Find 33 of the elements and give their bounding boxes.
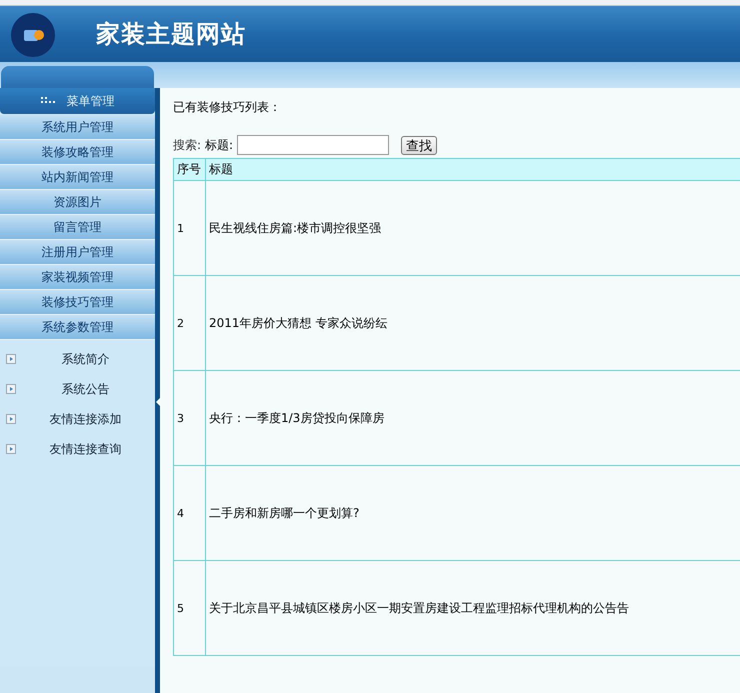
menu-item[interactable]: 系统参数管理	[0, 315, 155, 340]
menu-heading: 菜单管理	[0, 88, 155, 114]
list-caption: 已有装修技巧列表：	[173, 100, 282, 116]
menu-item[interactable]: 装修攻略管理	[0, 140, 155, 165]
grid-icon	[40, 97, 54, 105]
table-cell: 5	[174, 560, 206, 656]
table-cell: 2	[174, 276, 206, 370]
menu-item[interactable]: 系统用户管理	[0, 115, 155, 140]
tree-item[interactable]: 系统简介	[16, 350, 155, 368]
expand-icon[interactable]	[6, 384, 16, 394]
title-search-field[interactable]	[237, 135, 390, 155]
menu-item[interactable]: 注册用户管理	[0, 240, 155, 265]
expand-icon[interactable]	[6, 444, 16, 454]
table-cell: 3	[174, 370, 206, 466]
menu-item[interactable]: 家装视频管理	[0, 265, 155, 290]
site-title: 家装主题网站	[96, 20, 246, 50]
table-cell: 4	[174, 466, 206, 560]
column-header: 标题	[206, 158, 740, 180]
expand-icon[interactable]	[6, 354, 16, 364]
table-cell: 1	[174, 180, 206, 276]
menu-item[interactable]: 留言管理	[0, 215, 155, 240]
collapse-arrow-icon[interactable]	[156, 398, 160, 406]
menu-item[interactable]: 资源图片	[0, 190, 155, 215]
tree-item[interactable]: 系统公告	[16, 380, 155, 398]
column-header: 序号	[174, 158, 206, 180]
expand-icon[interactable]	[6, 414, 16, 424]
tree-item[interactable]: 友情连接添加	[16, 410, 155, 428]
search-button[interactable]: 查找	[401, 136, 438, 154]
field-label: 标题:	[205, 136, 234, 154]
menu-item[interactable]: 站内新闻管理	[0, 165, 155, 190]
search-label: 搜索:	[173, 136, 202, 154]
tree-item[interactable]: 友情连接查询	[16, 440, 155, 458]
menu-item[interactable]: 装修技巧管理	[0, 290, 155, 315]
